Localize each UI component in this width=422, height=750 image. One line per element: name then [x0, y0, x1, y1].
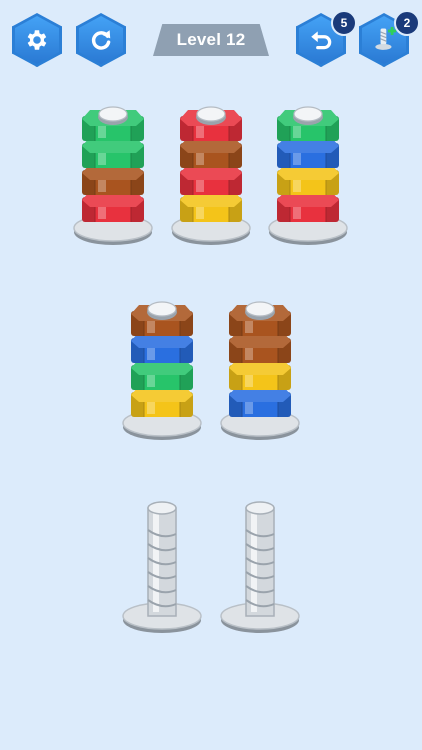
bolt-1[interactable] — [73, 106, 153, 245]
bolt-tip — [98, 106, 128, 122]
nut-blue — [131, 332, 193, 363]
game-board — [73, 106, 348, 633]
nut-brown — [180, 137, 242, 168]
bolt-tip — [245, 301, 275, 317]
nut-brown — [229, 332, 291, 363]
bolt-6[interactable] — [122, 501, 202, 633]
bolt-tip — [196, 106, 226, 122]
nut-red — [180, 164, 242, 195]
bolt-tip — [147, 301, 177, 317]
bolt-shaft — [147, 507, 177, 617]
bolt-tip — [293, 106, 323, 122]
bolt-7[interactable] — [220, 501, 300, 633]
bolt-3[interactable] — [268, 106, 348, 245]
bolt-tip — [245, 501, 275, 515]
bolt-5[interactable] — [220, 301, 300, 440]
nut-green — [82, 137, 144, 168]
nut-blue — [229, 386, 291, 417]
bolt-4[interactable] — [122, 301, 202, 440]
nut-yellow — [131, 386, 193, 417]
nut-red — [82, 191, 144, 222]
nut-yellow — [180, 191, 242, 222]
bolt-shaft — [245, 507, 275, 617]
nut-yellow — [229, 359, 291, 390]
bolt-tip — [147, 501, 177, 515]
nut-green — [131, 359, 193, 390]
nut-blue — [277, 137, 339, 168]
nut-red — [277, 191, 339, 222]
bolt-2[interactable] — [171, 106, 251, 245]
nut-brown — [82, 164, 144, 195]
nut-yellow — [277, 164, 339, 195]
